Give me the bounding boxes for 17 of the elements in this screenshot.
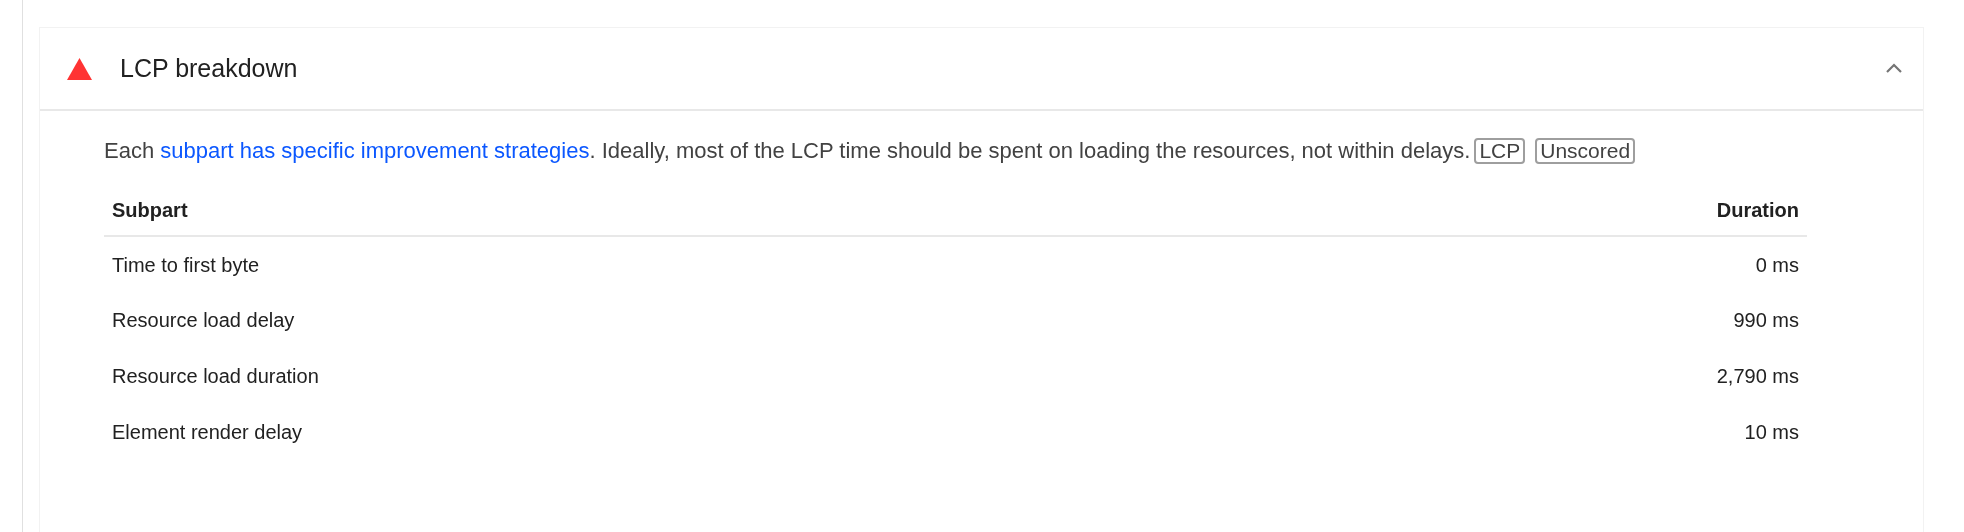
tag: LCP — [1474, 138, 1526, 164]
table-cell: Resource load delay — [112, 309, 295, 331]
tag: Unscored — [1535, 138, 1636, 164]
table-cell: Resource load duration — [112, 365, 319, 387]
column-header: Subpart — [112, 198, 188, 221]
table-cell: 10 ms — [1744, 421, 1799, 443]
audit-title: LCP breakdown — [120, 52, 298, 84]
table-cell: 0 ms — [1755, 253, 1799, 276]
column-header: Duration — [1716, 198, 1799, 221]
audit-description: Each subpart has specific improvement strategies. Ideally, most of the LCP time should be spent on loading the resources, not within delays. LCP Unscored — [104, 127, 1764, 174]
table-cell: 990 ms — [1733, 309, 1799, 331]
strategies-link[interactable]: subpart has specific improvement strategies — [160, 138, 590, 163]
table-cell: Element render delay — [112, 421, 303, 443]
chevron-up-icon[interactable] — [1885, 63, 1903, 74]
audit-header[interactable]: LCP breakdown — [40, 28, 1923, 111]
table-cell: 2,790 ms — [1716, 365, 1799, 387]
table-cell: Time to first byte — [112, 253, 260, 276]
